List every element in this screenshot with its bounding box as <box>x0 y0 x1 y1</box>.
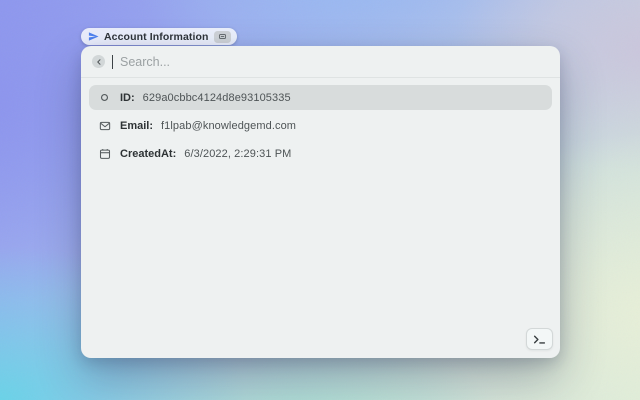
search-bar <box>81 46 560 77</box>
search-input[interactable] <box>120 55 549 69</box>
command-pill[interactable]: Account Information <box>81 28 237 45</box>
item-value: f1lpab@knowledgemd.com <box>161 120 296 132</box>
printer-icon <box>218 32 227 41</box>
command-title: Account Information <box>104 31 209 43</box>
results-list: ID: 629a0cbbc4124d8e93105335 Email: f1lp… <box>81 78 560 176</box>
text-caret <box>112 55 113 69</box>
list-item-createdat[interactable]: CreatedAt: 6/3/2022, 2:29:31 PM <box>89 141 552 166</box>
terminal-prompt-icon <box>533 334 546 345</box>
printer-badge[interactable] <box>214 31 231 43</box>
item-label: CreatedAt: <box>120 148 176 160</box>
list-item-id[interactable]: ID: 629a0cbbc4124d8e93105335 <box>89 85 552 110</box>
item-value: 6/3/2022, 2:29:31 PM <box>184 148 291 160</box>
back-button[interactable] <box>92 55 105 68</box>
envelope-icon <box>98 120 111 132</box>
calendar-icon <box>98 148 111 160</box>
chevron-left-icon <box>95 58 103 66</box>
extension-window: ID: 629a0cbbc4124d8e93105335 Email: f1lp… <box>81 46 560 358</box>
item-label: Email: <box>120 120 153 132</box>
item-label: ID: <box>120 92 135 104</box>
terminal-button[interactable] <box>526 328 553 350</box>
paper-plane-icon <box>88 31 99 42</box>
ring-icon <box>98 92 111 103</box>
list-item-email[interactable]: Email: f1lpab@knowledgemd.com <box>89 113 552 138</box>
item-value: 629a0cbbc4124d8e93105335 <box>143 92 291 104</box>
